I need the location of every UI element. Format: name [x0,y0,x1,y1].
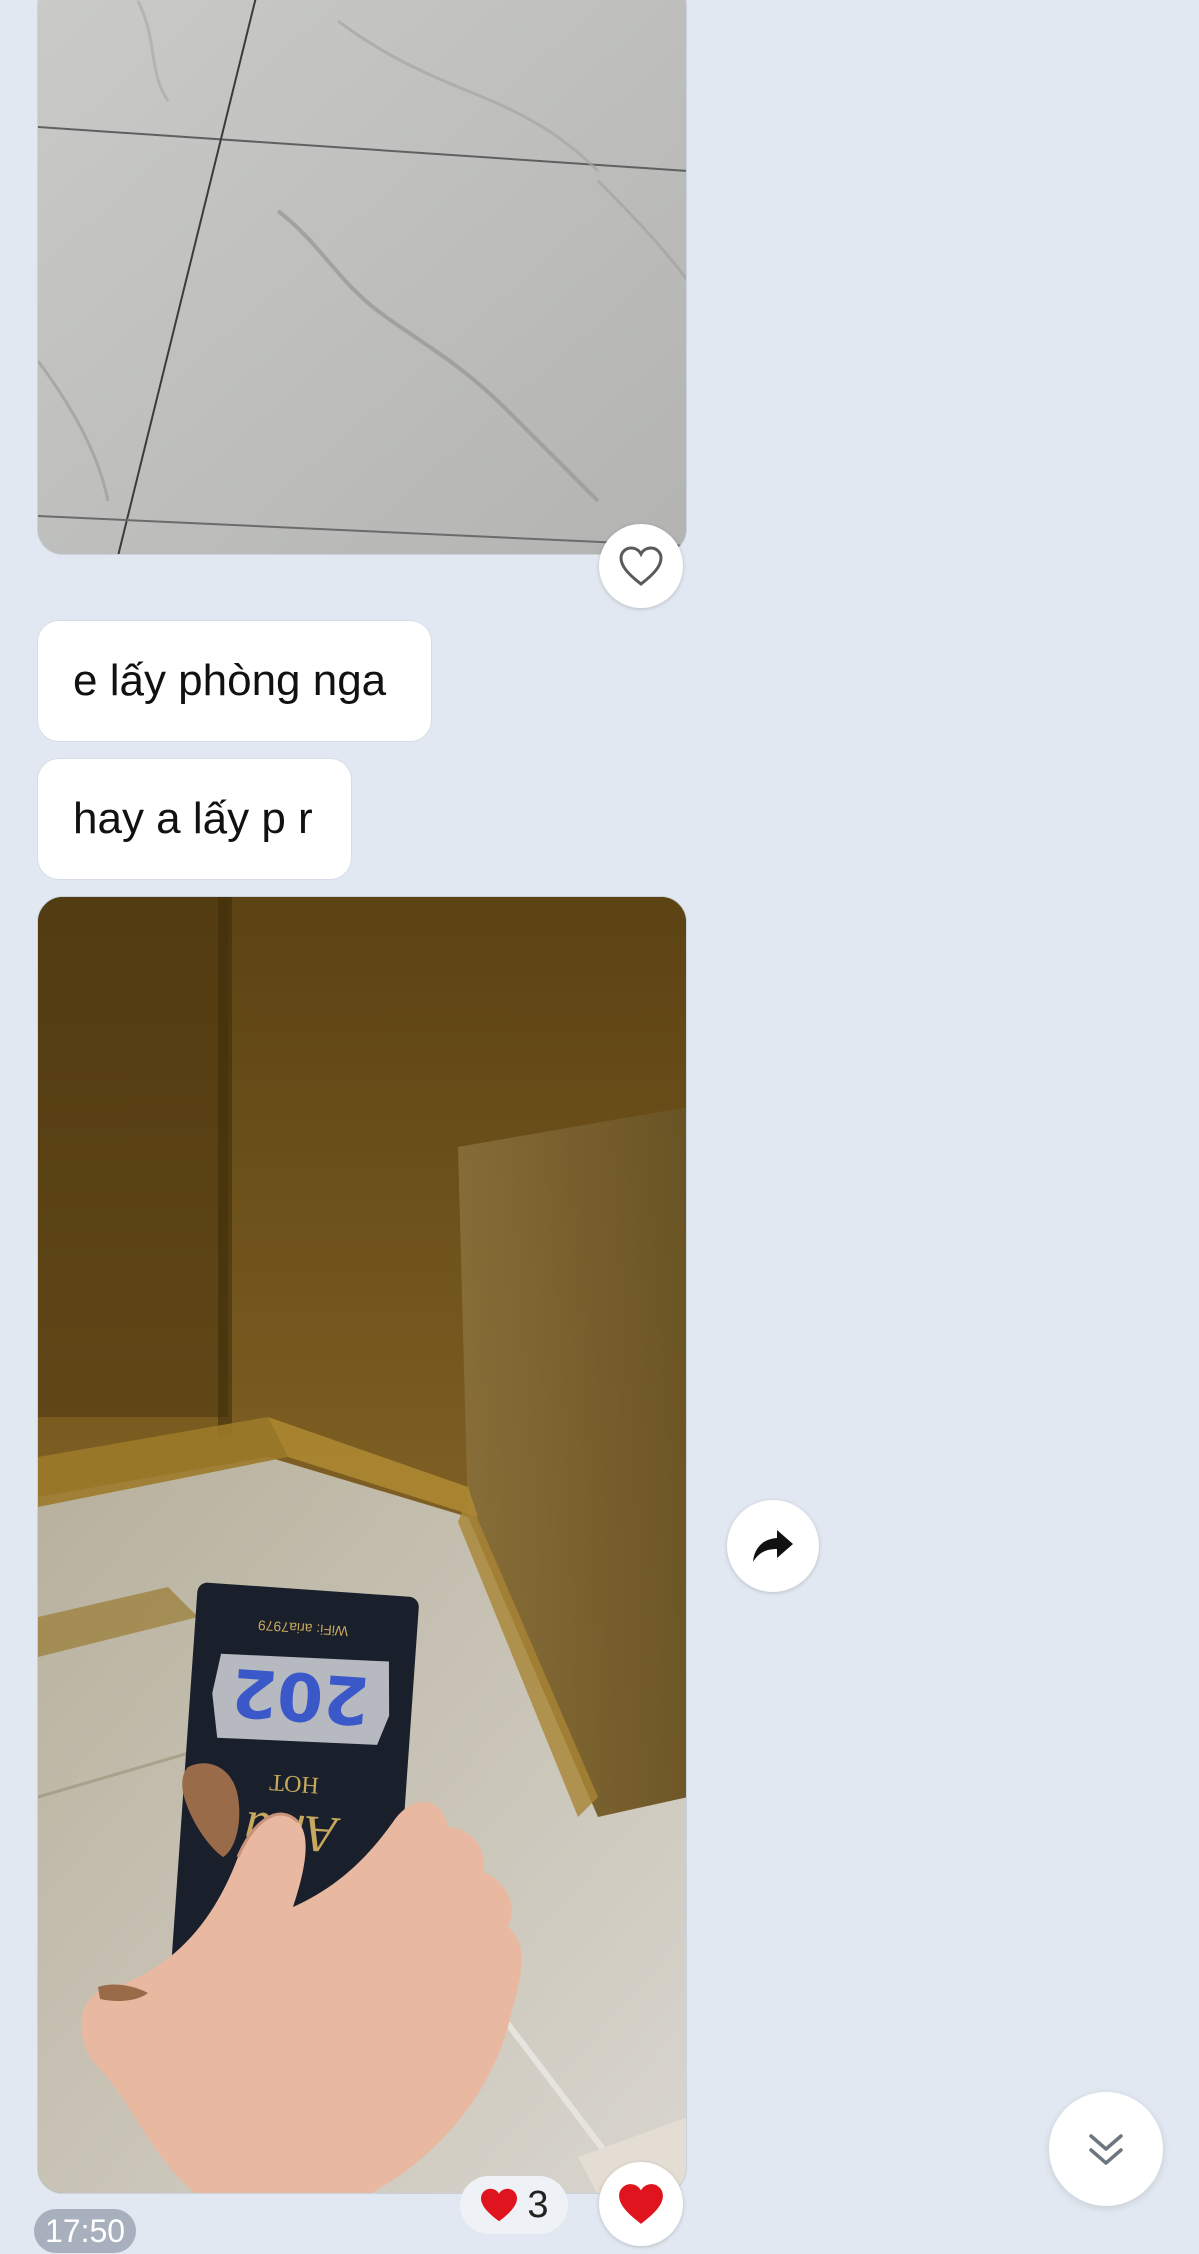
heart-outline-icon [619,546,663,586]
svg-text:202: 202 [229,1653,372,1739]
like-button-active[interactable] [599,2162,683,2246]
message-bubble[interactable]: e lấy phòng nga [37,620,432,742]
like-button[interactable] [599,524,683,608]
reaction-summary[interactable]: 3 [460,2176,568,2234]
message-bubble[interactable]: hay a lấy p r [37,758,352,880]
message-timestamp: 17:50 [34,2209,137,2253]
floor-photo-graphic [38,0,686,554]
scroll-to-bottom-button[interactable] [1049,2092,1163,2206]
heart-icon [481,2188,518,2222]
reaction-count: 3 [527,2183,549,2226]
forward-button[interactable] [727,1500,819,1592]
photo-message-floor[interactable] [37,0,687,555]
message-text: hay a lấy p r [73,794,313,843]
message-text: e lấy phòng nga [73,656,387,705]
keycard-photo-graphic: WiFi: aria7979 202 HOT Aria [38,897,686,2193]
svg-text:HOT: HOT [268,1768,319,1797]
heart-filled-icon [619,2184,663,2224]
share-arrow-icon [753,1530,793,1562]
photo-message-keycard[interactable]: WiFi: aria7979 202 HOT Aria [37,896,687,2194]
double-chevron-down-icon [1089,2134,1123,2165]
